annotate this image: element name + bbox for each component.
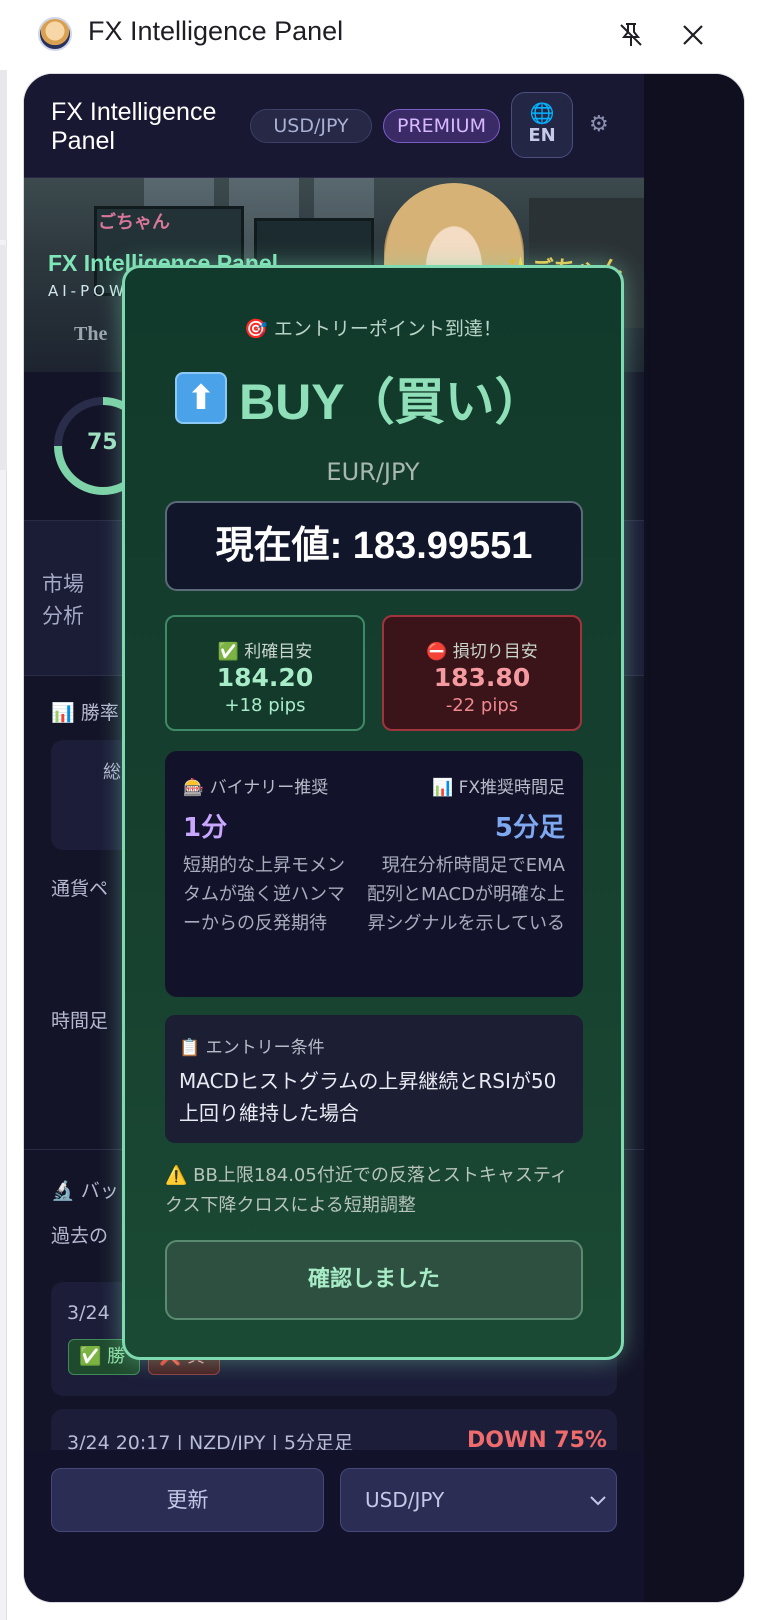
binary-label: 🎰 バイナリー推奨 [183, 778, 329, 798]
panel-header: FX Intelligence Panel USD/JPY PREMIUM 🌐 … [24, 74, 644, 178]
stop-loss-label: ⛔ 損切り目安 [426, 642, 538, 662]
warning-text: ⚠️ BB上限184.05付近での反落とストキャスティクス下降クロスによる短期調… [165, 1165, 568, 1216]
gear-icon[interactable]: ⚙ [589, 112, 609, 137]
take-profit-pips: +18 pips [224, 695, 306, 716]
language-button[interactable]: 🌐 EN [511, 92, 573, 158]
fx-timeframe-value: 5分足 [494, 813, 565, 843]
unpin-icon[interactable] [614, 18, 648, 52]
banner-tagline: The [74, 323, 108, 345]
modal-headline: 🎯 エントリーポイント到達！ [244, 318, 502, 340]
entry-condition-box: 📋 エントリー条件 MACDヒストグラムの上昇継続とRSIが50上回り維持した場… [165, 1015, 583, 1143]
window-title: FX Intelligence Panel [88, 16, 344, 46]
confirm-button[interactable]: 確認しました [165, 1240, 583, 1320]
entry-condition-label: 📋 エントリー条件 [179, 1038, 325, 1058]
pair-label: 通貨ペ [51, 878, 109, 900]
take-profit-label: ✅ 利確目安 [217, 642, 313, 662]
fx-panel: FX Intelligence Panel USD/JPY PREMIUM 🌐 … [23, 73, 745, 1603]
score-value: 75 [87, 430, 118, 455]
binary-value: 1分 [183, 813, 228, 843]
pair-badge: USD/JPY [250, 109, 372, 143]
take-profit-box: ✅ 利確目安 184.20 +18 pips [165, 615, 365, 731]
language-label: EN [528, 125, 556, 146]
binary-description: 短期的な上昇モメンタムが強く逆ハンマーからの反発期待 [183, 855, 345, 934]
window-titlebar: FX Intelligence Panel [0, 0, 762, 70]
globe-icon: 🌐 [529, 101, 555, 125]
timeframe-label: 時間足 [51, 1010, 109, 1032]
entry-condition-text: MACDヒストグラムの上昇継続とRSIが50上回り維持した場合 [179, 1069, 557, 1125]
panel-side-strip [644, 74, 744, 1602]
backtest-title: 🔬 バッ [51, 1180, 119, 1202]
stop-loss-box: ⛔ 損切り目安 183.80 -22 pips [382, 615, 582, 731]
left-window-edge [0, 0, 7, 1620]
chevron-down-icon [588, 1469, 608, 1531]
stop-loss-value: 183.80 [433, 663, 531, 692]
modal-pair: EUR/JPY [326, 458, 420, 486]
up-arrow-icon: ⬆ [175, 372, 227, 424]
panel-title: FX Intelligence Panel [51, 98, 217, 155]
signal-text: BUY（買い） [239, 374, 545, 430]
history-date: 3/24 [67, 1302, 110, 1324]
take-profit-value: 184.20 [216, 663, 314, 692]
banner-small-name: ごちゃん [98, 212, 170, 233]
app-avatar-icon [38, 17, 72, 51]
backtest-description: 過去の [51, 1225, 109, 1247]
market-label: 市場 分析 [42, 572, 84, 628]
recommendation-box: 🎰 バイナリー推奨 📊 FX推奨時間足 1分 5分足 短期的な上昇モメンタムが強… [165, 751, 583, 997]
winrate-title: 📊 勝率 [51, 702, 119, 724]
stop-loss-pips: -22 pips [445, 695, 519, 716]
premium-badge: PREMIUM [383, 109, 500, 143]
pair-select-value: USD/JPY [365, 1488, 445, 1512]
banner-subtitle: AI-POW [48, 282, 128, 300]
current-price: 現在値: 183.99551 [165, 501, 583, 591]
pair-select[interactable]: USD/JPY [340, 1468, 617, 1532]
signal-row: ⬆ BUY（買い） [175, 366, 545, 430]
entry-alert-modal: 🎯 エントリーポイント到達！ ⬆ BUY（買い） EUR/JPY 現在値: 18… [122, 265, 624, 1360]
fx-timeframe-description: 現在分析時間足でEMA配列とMACDが明確な上昇シグナルを示している [367, 855, 565, 934]
fx-timeframe-label: 📊 FX推奨時間足 [431, 778, 565, 798]
refresh-button[interactable]: 更新 [51, 1468, 324, 1532]
close-icon[interactable] [676, 18, 710, 52]
